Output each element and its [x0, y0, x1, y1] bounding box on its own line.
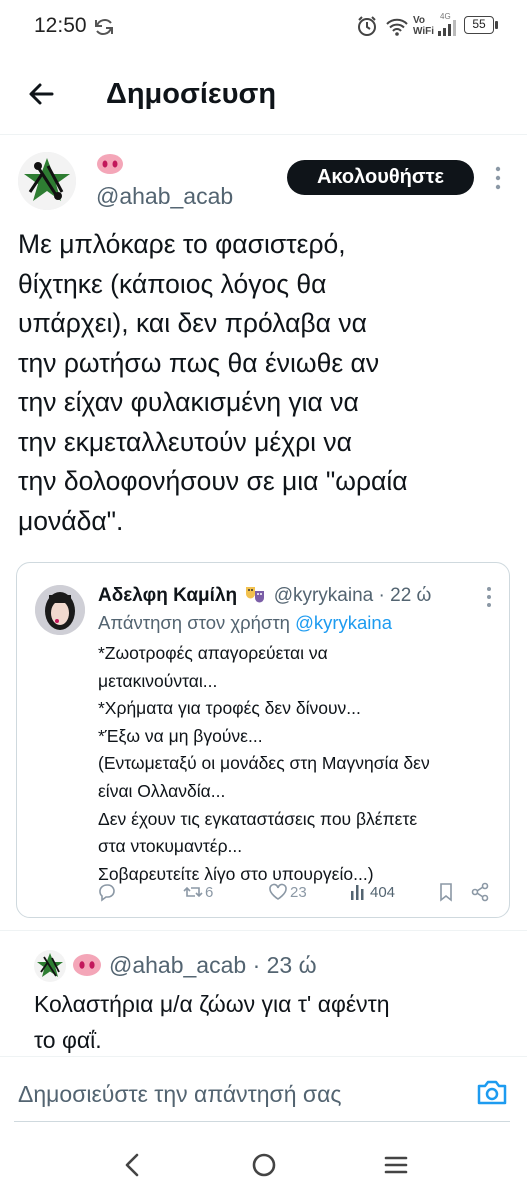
reply-icon [99, 884, 115, 902]
reply-author-handle[interactable]: @ahab_acab [109, 952, 246, 978]
volte-label: Vo WiFi [413, 15, 435, 37]
more-vert-icon[interactable] [490, 165, 506, 191]
bookmark-icon [440, 883, 452, 902]
bookmark-action[interactable] [436, 880, 456, 904]
replying-prefix: Απάντηση στον χρήστη [98, 612, 296, 633]
sync-icon [95, 19, 113, 35]
views-icon [351, 885, 364, 900]
nav-back-icon[interactable] [118, 1150, 148, 1180]
quoted-more-vert-icon[interactable] [482, 586, 496, 608]
reply-compose-input[interactable]: Δημοσιεύστε την απάντησή σας [18, 1081, 342, 1108]
camera-icon[interactable] [476, 1078, 508, 1106]
quoted-author-line: Αδελφη Καμίλη @kyrykaina · 22 ώ [98, 584, 431, 610]
replying-to-line: Απάντηση στον χρήστη @kyrykaina [98, 612, 392, 634]
reply-pig-nose-icon [73, 954, 101, 976]
battery-tip [495, 21, 498, 29]
tweet-body: Με μπλόκαρε το φασιστερό, θίχτηκε (κάποι… [18, 229, 408, 536]
replying-handle-link[interactable]: @kyrykaina [295, 612, 392, 633]
reply-action[interactable] [97, 880, 117, 904]
author-handle[interactable]: @ahab_acab [96, 183, 233, 210]
theater-masks-icon [244, 584, 266, 610]
compose-underline [14, 1121, 510, 1122]
follow-button[interactable]: Ακολουθήστε [287, 160, 474, 195]
reply-author-line: @ahab_acab · 23 ώ [109, 952, 317, 979]
battery-indicator: 55 [464, 16, 494, 34]
views-action[interactable]: 404 [348, 880, 395, 904]
quoted-author-name[interactable]: Αδελφη Καμίλη [98, 585, 237, 606]
retweet-icon [183, 886, 203, 898]
quoted-tweet-body: *Ζωοτροφές απαγορεύεται να μετακινούνται… [98, 643, 430, 884]
retweet-count: 6 [205, 883, 214, 901]
reply-divider [0, 930, 527, 931]
status-time: 12:50 [34, 14, 87, 37]
nav-recents-icon[interactable] [381, 1150, 411, 1180]
header-divider [0, 134, 527, 135]
like-count: 23 [290, 883, 307, 901]
status-bar: 12:50 Vo WiFi 4G 55 [0, 0, 527, 56]
alarm-icon [358, 16, 376, 36]
share-action[interactable] [470, 880, 490, 904]
reply-body: Κολαστήρια μ/α ζώων για τ' αφέντη το φαΐ… [34, 991, 390, 1053]
like-action[interactable]: 23 [268, 880, 307, 904]
like-icon [269, 883, 287, 900]
wifi-icon [386, 18, 408, 36]
quoted-author-handle[interactable]: @kyrykaina [274, 585, 374, 606]
quoted-time: 22 ώ [390, 585, 432, 606]
back-arrow-icon[interactable] [24, 76, 60, 112]
reply-author-avatar[interactable] [34, 950, 66, 982]
author-avatar[interactable] [18, 152, 76, 210]
share-icon [471, 882, 489, 902]
reply-time: 23 ώ [266, 952, 317, 978]
nav-home-icon[interactable] [249, 1150, 279, 1180]
separator-dot: · [373, 585, 391, 606]
page-title: Δημοσίευση [106, 78, 277, 110]
retweet-action[interactable]: 6 [183, 880, 213, 904]
views-count: 404 [370, 883, 396, 901]
signal-icon [438, 20, 456, 36]
reply-separator: · [246, 952, 267, 978]
quoted-author-avatar[interactable] [35, 585, 85, 635]
pig-nose-icon [97, 154, 123, 174]
